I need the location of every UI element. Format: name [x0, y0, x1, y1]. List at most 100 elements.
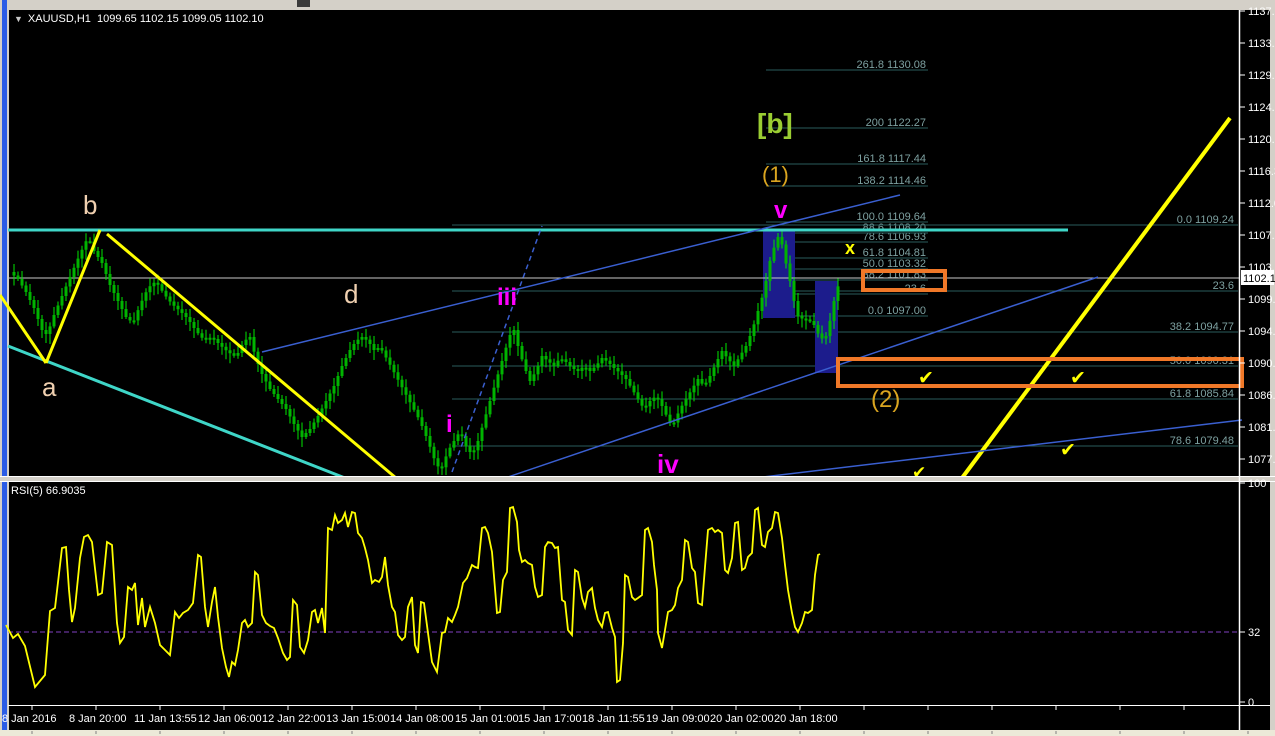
- candle-body: [692, 385, 696, 393]
- fib-level-label: 261.8 1130.08: [856, 59, 926, 71]
- candle-body: [596, 363, 600, 368]
- candle-body: [380, 348, 384, 351]
- candle-body: [700, 379, 704, 384]
- price-axis-label: 1107.70: [1248, 230, 1275, 242]
- candle-body: [652, 397, 656, 401]
- candle-body: [344, 358, 348, 366]
- price-axis-label: 1124.90: [1248, 102, 1275, 114]
- chart-canvas[interactable]: 261.8 1130.08 200 1122.27 161.8 1117.44 138…: [0, 0, 1275, 736]
- candle-body: [252, 337, 256, 352]
- candle-body: [364, 337, 368, 340]
- candle-body: [292, 416, 296, 424]
- candle-body: [80, 249, 84, 259]
- check-mark-icon: ✔: [1060, 440, 1076, 461]
- candle-body: [828, 321, 832, 336]
- time-axis-label: 14 Jan 08:00: [390, 713, 454, 725]
- candle-body: [588, 367, 592, 371]
- candle-body: [288, 409, 292, 417]
- candle-body: [356, 339, 360, 344]
- price-axis-label: 1116.30: [1248, 166, 1275, 178]
- time-axis-label: 8 Jan 2016: [2, 713, 56, 725]
- candle-body: [168, 296, 172, 302]
- candle-body: [28, 292, 32, 300]
- candle-body: [376, 348, 380, 350]
- candle-body: [220, 343, 224, 347]
- wave-label-b: [b]: [757, 108, 793, 139]
- candle-body: [100, 257, 104, 263]
- candle-body: [52, 315, 56, 327]
- candle-body: [116, 293, 120, 301]
- wave-label-1: (1): [762, 162, 789, 187]
- candle-body: [532, 374, 536, 381]
- rsi-value: 66.9035: [45, 485, 86, 497]
- candle-body: [184, 313, 188, 317]
- candle-body: [804, 318, 808, 321]
- candle-body: [792, 281, 796, 301]
- symbol-dropdown-icon[interactable]: ▼: [14, 14, 23, 24]
- candle-body: [340, 366, 344, 376]
- time-axis-label: 20 Jan 18:00: [774, 713, 838, 725]
- candle-body: [736, 359, 740, 366]
- bottom-window-strip: [0, 730, 1275, 736]
- time-axis-label: 12 Jan 22:00: [262, 713, 326, 725]
- candle-body: [712, 367, 716, 376]
- candle-body: [756, 311, 760, 325]
- candle-body: [656, 397, 660, 400]
- candle-body: [216, 339, 220, 343]
- price-axis-label: 1137.90: [1248, 6, 1275, 18]
- candle-body: [144, 292, 148, 301]
- candle-body: [436, 458, 440, 467]
- candle-body: [684, 399, 688, 406]
- candle-body: [544, 356, 548, 360]
- candle-body: [24, 285, 28, 292]
- candle-body: [632, 385, 636, 393]
- candle-body: [120, 301, 124, 309]
- rsi-name: RSI(5): [11, 485, 43, 497]
- fib-level-label: 38.2 1094.77: [1170, 321, 1234, 333]
- top-window-strip: [0, 0, 1275, 10]
- candle-body: [764, 281, 768, 298]
- candle-body: [608, 360, 612, 364]
- candle-body: [212, 337, 216, 340]
- candle-body: [236, 353, 240, 356]
- candle-body: [96, 251, 100, 257]
- candle-body: [40, 319, 44, 330]
- candle-body: [784, 244, 788, 264]
- candle-body: [504, 347, 508, 361]
- candle-body: [48, 326, 52, 334]
- candle-body: [520, 346, 524, 360]
- candle-body: [604, 358, 608, 361]
- wave-label-a: a: [42, 372, 57, 402]
- pane-separator[interactable]: [0, 477, 1275, 481]
- rsi-indicator-label: RSI(5) 66.9035: [11, 485, 86, 497]
- candle-body: [420, 417, 424, 426]
- candle-body: [108, 274, 112, 285]
- candle-body: [128, 317, 132, 321]
- candle-body: [568, 362, 572, 366]
- candle-body: [396, 372, 400, 380]
- candle-body: [676, 413, 680, 423]
- time-axis-label: 13 Jan 15:00: [326, 713, 390, 725]
- candle-body: [384, 350, 388, 358]
- price-axis-label: 1112.00: [1248, 198, 1275, 210]
- candle-body: [576, 369, 580, 371]
- candle-body: [244, 339, 248, 345]
- fib-level-label: 61.8 1085.84: [1170, 388, 1234, 400]
- candle-body: [600, 358, 604, 364]
- candle-body: [524, 359, 528, 371]
- wave-label-x: x: [845, 238, 855, 258]
- symbol-period-label: XAUUSD,H1: [27, 13, 91, 25]
- fib-level-label: 138.2 1114.46: [857, 175, 926, 187]
- fib-level-label: 23.6: [1213, 280, 1234, 292]
- time-axis-label: 15 Jan 17:00: [518, 713, 582, 725]
- price-axis-label: 1120.60: [1248, 134, 1275, 146]
- candle-body: [196, 328, 200, 334]
- candle-body: [188, 317, 192, 322]
- price-axis-label: 1086.10: [1248, 390, 1275, 402]
- candle-body: [812, 321, 816, 325]
- candle-body: [508, 335, 512, 348]
- candle-body: [148, 286, 152, 293]
- candle-body: [788, 263, 792, 281]
- candle-body: [84, 241, 88, 250]
- candle-body: [336, 376, 340, 386]
